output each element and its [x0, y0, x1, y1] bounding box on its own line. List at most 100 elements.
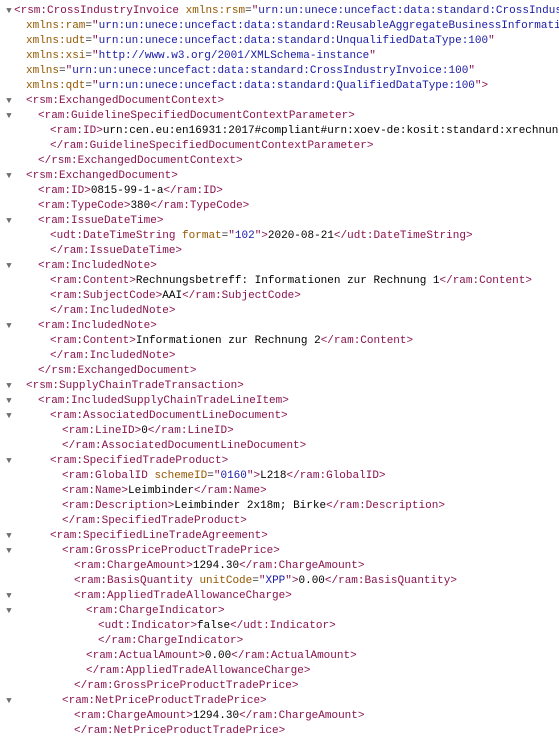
xml-attr-value: XPP	[265, 575, 285, 587]
xml-element-name: udt:DateTimeString	[347, 230, 466, 242]
xml-element-name: ram:GrossPriceProductTradePrice	[69, 545, 274, 557]
xml-element-name: ram:AssociatedDocumentLineDocument	[57, 410, 281, 422]
xml-text-content: 2020-08-21	[268, 230, 334, 242]
expand-caret[interactable]: ▼	[4, 544, 14, 559]
xml-element-name: ram:LineID	[69, 425, 135, 437]
expand-caret[interactable]: ▼	[4, 694, 14, 709]
xml-attr-name: schemeID	[154, 470, 207, 482]
xml-line: <ram:SubjectCode>AAI</ram:SubjectCode>	[4, 289, 555, 304]
xml-element-name: udt:Indicator	[243, 620, 329, 632]
xml-element-name: ram:SubjectCode	[195, 290, 294, 302]
xml-line: <ram:ActualAmount>0.00</ram:ActualAmount…	[4, 649, 555, 664]
xml-line: ▼<ram:IncludedSupplyChainTradeLineItem>	[4, 394, 555, 409]
xml-element-name: ram:ID	[57, 125, 97, 137]
expand-caret[interactable]: ▼	[4, 394, 14, 409]
xml-line: ▼<ram:IssueDateTime>	[4, 214, 555, 229]
xml-line: </ram:NetPriceProductTradePrice>	[4, 724, 555, 739]
expand-caret[interactable]: ▼	[4, 169, 14, 184]
xml-element-name: ram:Content	[57, 275, 130, 287]
expand-caret[interactable]: ▼	[4, 94, 14, 109]
xml-element-name: ram:ChargeAmount	[252, 710, 358, 722]
xml-line: <ram:BasisQuantity unitCode="XPP">0.00</…	[4, 574, 555, 589]
xml-line: </ram:GrossPriceProductTradePrice>	[4, 679, 555, 694]
xml-attr-value: 102	[235, 230, 255, 242]
expand-caret[interactable]: ▼	[4, 259, 14, 274]
xml-element-name: ram:LineID	[161, 425, 227, 437]
xml-element-name: ram:Content	[57, 335, 130, 347]
xml-element-name: ram:IncludedNote	[63, 350, 169, 362]
xml-element-name: ram:IncludedNote	[45, 320, 151, 332]
xml-line: </ram:IssueDateTime>	[4, 244, 555, 259]
xml-line: ▼<ram:ChargeIndicator>	[4, 604, 555, 619]
xml-element-name: rsm:ExchangedDocumentContext	[51, 155, 236, 167]
xml-attr-value: urn:un:unece:uncefact:data:standard:Cros…	[258, 5, 559, 17]
xml-line: </ram:IncludedNote>	[4, 304, 555, 319]
xml-text-content: 0.00	[299, 575, 325, 587]
xml-element-name: ram:ChargeAmount	[81, 710, 187, 722]
xml-line: xmlns:ram="urn:un:unece:uncefact:data:st…	[4, 19, 555, 34]
xml-element-name: ram:SpecifiedTradeProduct	[75, 515, 240, 527]
xml-element-name: ram:ID	[177, 185, 217, 197]
expand-caret[interactable]: ▼	[4, 319, 14, 334]
xml-attr-value: 0160	[220, 470, 246, 482]
xml-line: </ram:AssociatedDocumentLineDocument>	[4, 439, 555, 454]
xml-attr-name: xmlns:xsi	[26, 50, 85, 62]
xml-line: <ram:GlobalID schemeID="0160">L218</ram:…	[4, 469, 555, 484]
xml-line: ▼<rsm:ExchangedDocumentContext>	[4, 94, 555, 109]
expand-caret[interactable]: ▼	[4, 529, 14, 544]
xml-text-content: Rechnungsbetreff: Informationen zur Rech…	[136, 275, 440, 287]
xml-text-content: Leimbinder 2x18m; Birke	[174, 500, 326, 512]
xml-text-content: false	[197, 620, 230, 632]
xml-line: <ram:ID>0815-99-1-a</ram:ID>	[4, 184, 555, 199]
xml-attr-name: xmlns:ram	[26, 20, 85, 32]
expand-caret[interactable]: ▼	[4, 589, 14, 604]
expand-caret[interactable]: ▼	[4, 379, 14, 394]
xml-line: <ram:ID>urn:cen.eu:en16931:2017#complian…	[4, 124, 555, 139]
xml-attr-name: xmlns	[26, 65, 59, 77]
xml-line: <udt:DateTimeString format="102">2020-08…	[4, 229, 555, 244]
expand-caret[interactable]: ▼	[4, 409, 14, 424]
expand-caret[interactable]: ▼	[4, 604, 14, 619]
xml-tree-viewer: ▼<rsm:CrossIndustryInvoice xmlns:rsm="ur…	[4, 4, 555, 739]
xml-element-name: ram:ChargeAmount	[252, 560, 358, 572]
xml-element-name: ram:AppliedTradeAllowanceCharge	[99, 665, 304, 677]
xml-text-content: 380	[130, 200, 150, 212]
xml-element-name: ram:NetPriceProductTradePrice	[69, 695, 260, 707]
expand-caret[interactable]: ▼	[4, 109, 14, 124]
xml-element-name: rsm:CrossIndustryInvoice	[21, 5, 179, 17]
xml-line: </rsm:ExchangedDocumentContext>	[4, 154, 555, 169]
xml-text-content: Leimbinder	[128, 485, 194, 497]
xml-element-name: ram:BasisQuantity	[338, 575, 450, 587]
xml-attr-name: format	[182, 230, 222, 242]
xml-line: xmlns:udt="urn:un:unece:uncefact:data:st…	[4, 34, 555, 49]
xml-element-name: udt:Indicator	[105, 620, 191, 632]
xml-element-name: ram:IncludedSupplyChainTradeLineItem	[45, 395, 283, 407]
xml-line: xmlns:qdt="urn:un:unece:uncefact:data:st…	[4, 79, 555, 94]
xml-element-name: ram:GlobalID	[69, 470, 148, 482]
xml-element-name: ram:NetPriceProductTradePrice	[87, 725, 278, 737]
xml-element-name: rsm:ExchangedDocumentContext	[33, 95, 218, 107]
xml-element-name: ram:TypeCode	[45, 200, 124, 212]
xml-line: xmlns="urn:un:unece:uncefact:data:standa…	[4, 64, 555, 79]
xml-text-content: 1294.30	[193, 710, 239, 722]
expand-caret[interactable]: ▼	[4, 454, 14, 469]
xml-line: </rsm:ExchangedDocument>	[4, 364, 555, 379]
xml-element-name: ram:ChargeIndicator	[111, 635, 236, 647]
xml-line: ▼<ram:AppliedTradeAllowanceCharge>	[4, 589, 555, 604]
xml-line: ▼<rsm:CrossIndustryInvoice xmlns:rsm="ur…	[4, 4, 555, 19]
xml-element-name: udt:DateTimeString	[57, 230, 176, 242]
xml-line: <ram:ChargeAmount>1294.30</ram:ChargeAmo…	[4, 559, 555, 574]
xml-line: ▼<ram:SpecifiedLineTradeAgreement>	[4, 529, 555, 544]
xml-attr-name: xmlns:rsm	[186, 5, 245, 17]
xml-element-name: ram:GuidelineSpecifiedDocumentContextPar…	[45, 110, 349, 122]
xml-element-name: ram:IssueDateTime	[45, 215, 157, 227]
xml-element-name: ram:IncludedNote	[45, 260, 151, 272]
xml-line: <ram:Name>Leimbinder</ram:Name>	[4, 484, 555, 499]
xml-line: </ram:GuidelineSpecifiedDocumentContextP…	[4, 139, 555, 154]
expand-caret[interactable]: ▼	[4, 214, 14, 229]
xml-text-content: 1294.30	[193, 560, 239, 572]
xml-text-content: 0	[141, 425, 148, 437]
xml-element-name: ram:Content	[334, 335, 407, 347]
xml-element-name: ram:Name	[69, 485, 122, 497]
expand-caret[interactable]: ▼	[4, 4, 14, 19]
